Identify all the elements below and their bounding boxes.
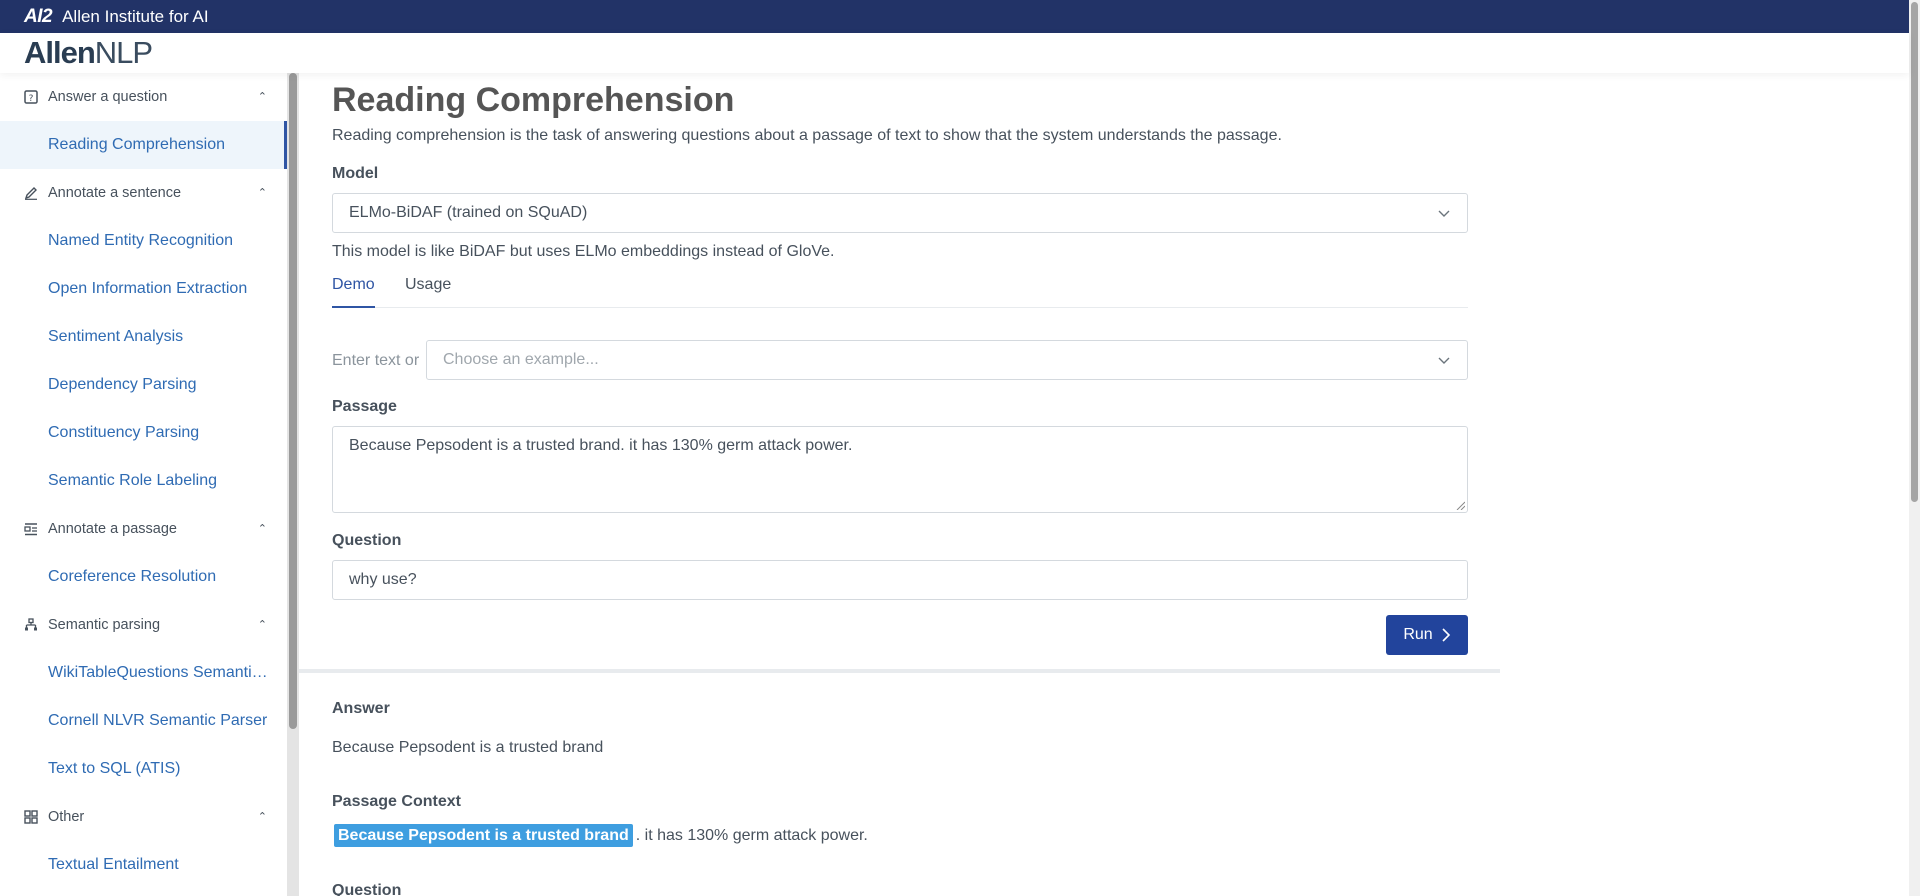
chevron-down-icon (1438, 357, 1450, 364)
passage-context-label: Passage Context (332, 793, 461, 810)
section-divider (299, 669, 1500, 673)
demo-tabs: Demo Usage (332, 266, 1468, 308)
tree-icon (24, 618, 38, 632)
ai2-title[interactable]: Allen Institute for AI (62, 7, 208, 27)
context-rest: . it has 130% germ attack power. (635, 827, 868, 844)
sidebar-group-answer-a-question[interactable]: ? Answer a question ⌃ (0, 73, 287, 121)
page-title: Reading Comprehension (332, 81, 735, 119)
run-button[interactable]: Run (1386, 615, 1468, 655)
question-value: why use? (349, 571, 417, 588)
sidebar-group-annotate-a-sentence[interactable]: Annotate a sentence ⌃ (0, 169, 287, 217)
app-header: AllenNLP (0, 33, 1909, 73)
passage-value: Because Pepsodent is a trusted brand. it… (349, 437, 853, 454)
allennlp-logo[interactable]: AllenNLP (24, 35, 153, 71)
question-label: Question (332, 532, 402, 549)
page-description: Reading comprehension is the task of ans… (332, 127, 1282, 144)
sidebar-item-constituency-parsing[interactable]: Constituency Parsing (0, 409, 287, 457)
sidebar-group-label: Annotate a sentence (48, 185, 182, 201)
resize-grip-icon[interactable] (1455, 500, 1465, 510)
sidebar-item-open-information-extraction[interactable]: Open Information Extraction (0, 265, 287, 313)
tab-usage[interactable]: Usage (405, 266, 451, 308)
svg-text:?: ? (29, 94, 34, 104)
answer-highlight: Because Pepsodent is a trusted brand (334, 824, 633, 847)
sidebar-scrollbar[interactable] (287, 73, 299, 896)
example-select-placeholder: Choose an example... (443, 351, 599, 368)
model-select[interactable]: ELMo-BiDAF (trained on SQuAD) (332, 193, 1468, 233)
sidebar-group-annotate-a-passage[interactable]: Annotate a passage ⌃ (0, 505, 287, 553)
passage-label: Passage (332, 398, 397, 415)
question-box-icon: ? (24, 90, 38, 104)
sidebar-item-text-to-sql[interactable]: Text to SQL (ATIS) (0, 745, 287, 793)
chevron-up-icon: ⌃ (257, 619, 267, 631)
sidebar-item-dependency-parsing[interactable]: Dependency Parsing (0, 361, 287, 409)
run-button-label: Run (1403, 626, 1433, 643)
sidebar-group-label: Annotate a passage (48, 521, 177, 537)
ai2-logo[interactable]: AI2 (24, 6, 53, 28)
chevron-right-icon (1442, 628, 1450, 642)
sidebar-item-semantic-role-labeling[interactable]: Semantic Role Labeling (0, 457, 287, 505)
sidebar-group-semantic-parsing[interactable]: Semantic parsing ⌃ (0, 601, 287, 649)
sidebar-item-textual-entailment[interactable]: Textual Entailment (0, 841, 287, 889)
enter-text-label: Enter text or (332, 352, 420, 369)
sidebar-item-cornell-nlvr[interactable]: Cornell NLVR Semantic Parser (0, 697, 287, 745)
question-input[interactable]: why use? (332, 560, 1468, 600)
list-icon (24, 522, 38, 536)
sidebar-group-label: Answer a question (48, 89, 168, 105)
chevron-up-icon: ⌃ (257, 811, 267, 823)
chevron-up-icon: ⌃ (257, 187, 267, 199)
sidebar-item-sentiment-analysis[interactable]: Sentiment Analysis (0, 313, 287, 361)
pencil-icon (24, 186, 38, 200)
grid-icon (24, 810, 38, 824)
passage-context: Because Pepsodent is a trusted brand. it… (332, 824, 868, 847)
sidebar-item-coreference-resolution[interactable]: Coreference Resolution (0, 553, 287, 601)
sidebar-group-other[interactable]: Other ⌃ (0, 793, 287, 841)
tab-demo[interactable]: Demo (332, 266, 375, 308)
model-description: This model is like BiDAF but uses ELMo e… (332, 243, 835, 260)
page-scrollbar-thumb[interactable] (1911, 2, 1918, 502)
chevron-up-icon: ⌃ (257, 523, 267, 535)
model-select-value: ELMo-BiDAF (trained on SQuAD) (349, 204, 588, 221)
main-content: Reading Comprehension Reading comprehens… (299, 73, 1909, 896)
sidebar-item-reading-comprehension[interactable]: Reading Comprehension (0, 121, 287, 169)
sidebar-scrollbar-thumb[interactable] (289, 73, 297, 729)
chevron-down-icon (1438, 210, 1450, 217)
sidebar-nav: ? Answer a question ⌃ Reading Comprehens… (0, 73, 287, 896)
sidebar-item-wikitablequestions[interactable]: WikiTableQuestions Semantic Parser (0, 649, 287, 697)
passage-textarea[interactable]: Because Pepsodent is a trusted brand. it… (332, 426, 1468, 513)
page-scrollbar[interactable] (1909, 0, 1920, 896)
chevron-up-icon: ⌃ (257, 91, 267, 103)
example-select[interactable]: Choose an example... (426, 340, 1468, 380)
sidebar-item-named-entity-recognition[interactable]: Named Entity Recognition (0, 217, 287, 265)
sidebar-group-label: Semantic parsing (48, 617, 161, 633)
sidebar-group-label: Other (48, 809, 85, 825)
model-label: Model (332, 165, 379, 182)
ai2-topbar: AI2 Allen Institute for AI (0, 0, 1909, 33)
answer-label: Answer (332, 700, 390, 717)
answer-value: Because Pepsodent is a trusted brand (332, 739, 604, 756)
result-question-label: Question (332, 882, 402, 896)
